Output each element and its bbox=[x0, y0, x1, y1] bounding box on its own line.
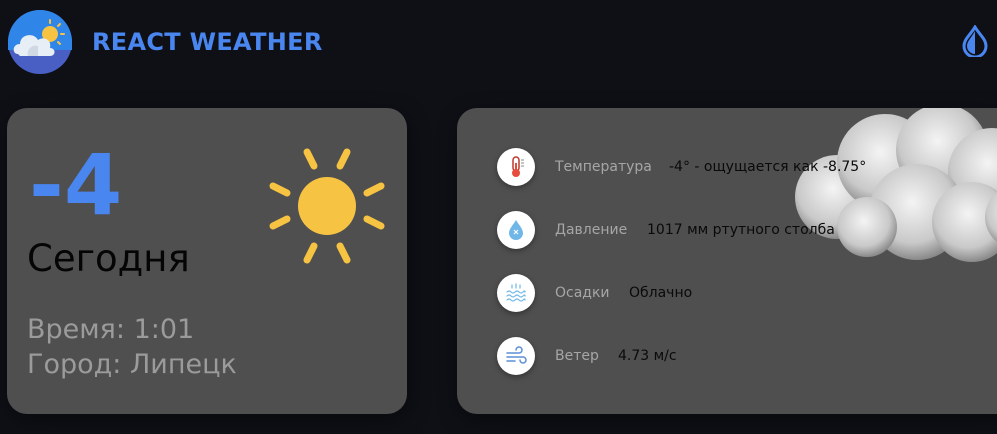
header: REACT WEATHER bbox=[0, 0, 997, 90]
wind-label: Ветер bbox=[555, 348, 599, 364]
pressure-drop-icon bbox=[497, 211, 535, 249]
precipitation-label: Осадки bbox=[555, 285, 610, 301]
detail-row-wind: Ветер 4.73 м/с bbox=[497, 337, 997, 375]
details-card: Температура -4° - ощущается как -8.75° Д… bbox=[457, 108, 997, 414]
sun-icon bbox=[265, 144, 389, 268]
detail-row-temperature: Температура -4° - ощущается как -8.75° bbox=[497, 148, 997, 186]
time-text: Время: 1:01 bbox=[27, 314, 195, 345]
city-text: Город: Липецк bbox=[27, 349, 237, 380]
wind-icon bbox=[497, 337, 535, 375]
cloud-sun-logo-icon[interactable] bbox=[8, 10, 72, 74]
detail-row-pressure: Давление 1017 мм ртутного столба bbox=[497, 211, 997, 249]
pressure-label: Давление bbox=[555, 222, 628, 238]
app-title: REACT WEATHER bbox=[92, 28, 323, 56]
pressure-value: 1017 мм ртутного столба bbox=[647, 222, 835, 238]
precipitation-icon bbox=[497, 274, 535, 312]
today-card: -4 Сегодня Время: 1:01 Город: Липецк bbox=[7, 108, 407, 414]
wind-value: 4.73 м/с bbox=[618, 348, 677, 364]
precipitation-value: Облачно bbox=[629, 285, 693, 301]
current-temperature: -4 bbox=[29, 136, 123, 234]
detail-row-precipitation: Осадки Облачно bbox=[497, 274, 997, 312]
thermometer-icon bbox=[497, 148, 535, 186]
temperature-label: Температура bbox=[555, 159, 652, 175]
day-label: Сегодня bbox=[27, 237, 190, 280]
temperature-value: -4° - ощущается как -8.75° bbox=[669, 159, 867, 175]
drop-icon[interactable] bbox=[960, 23, 990, 59]
